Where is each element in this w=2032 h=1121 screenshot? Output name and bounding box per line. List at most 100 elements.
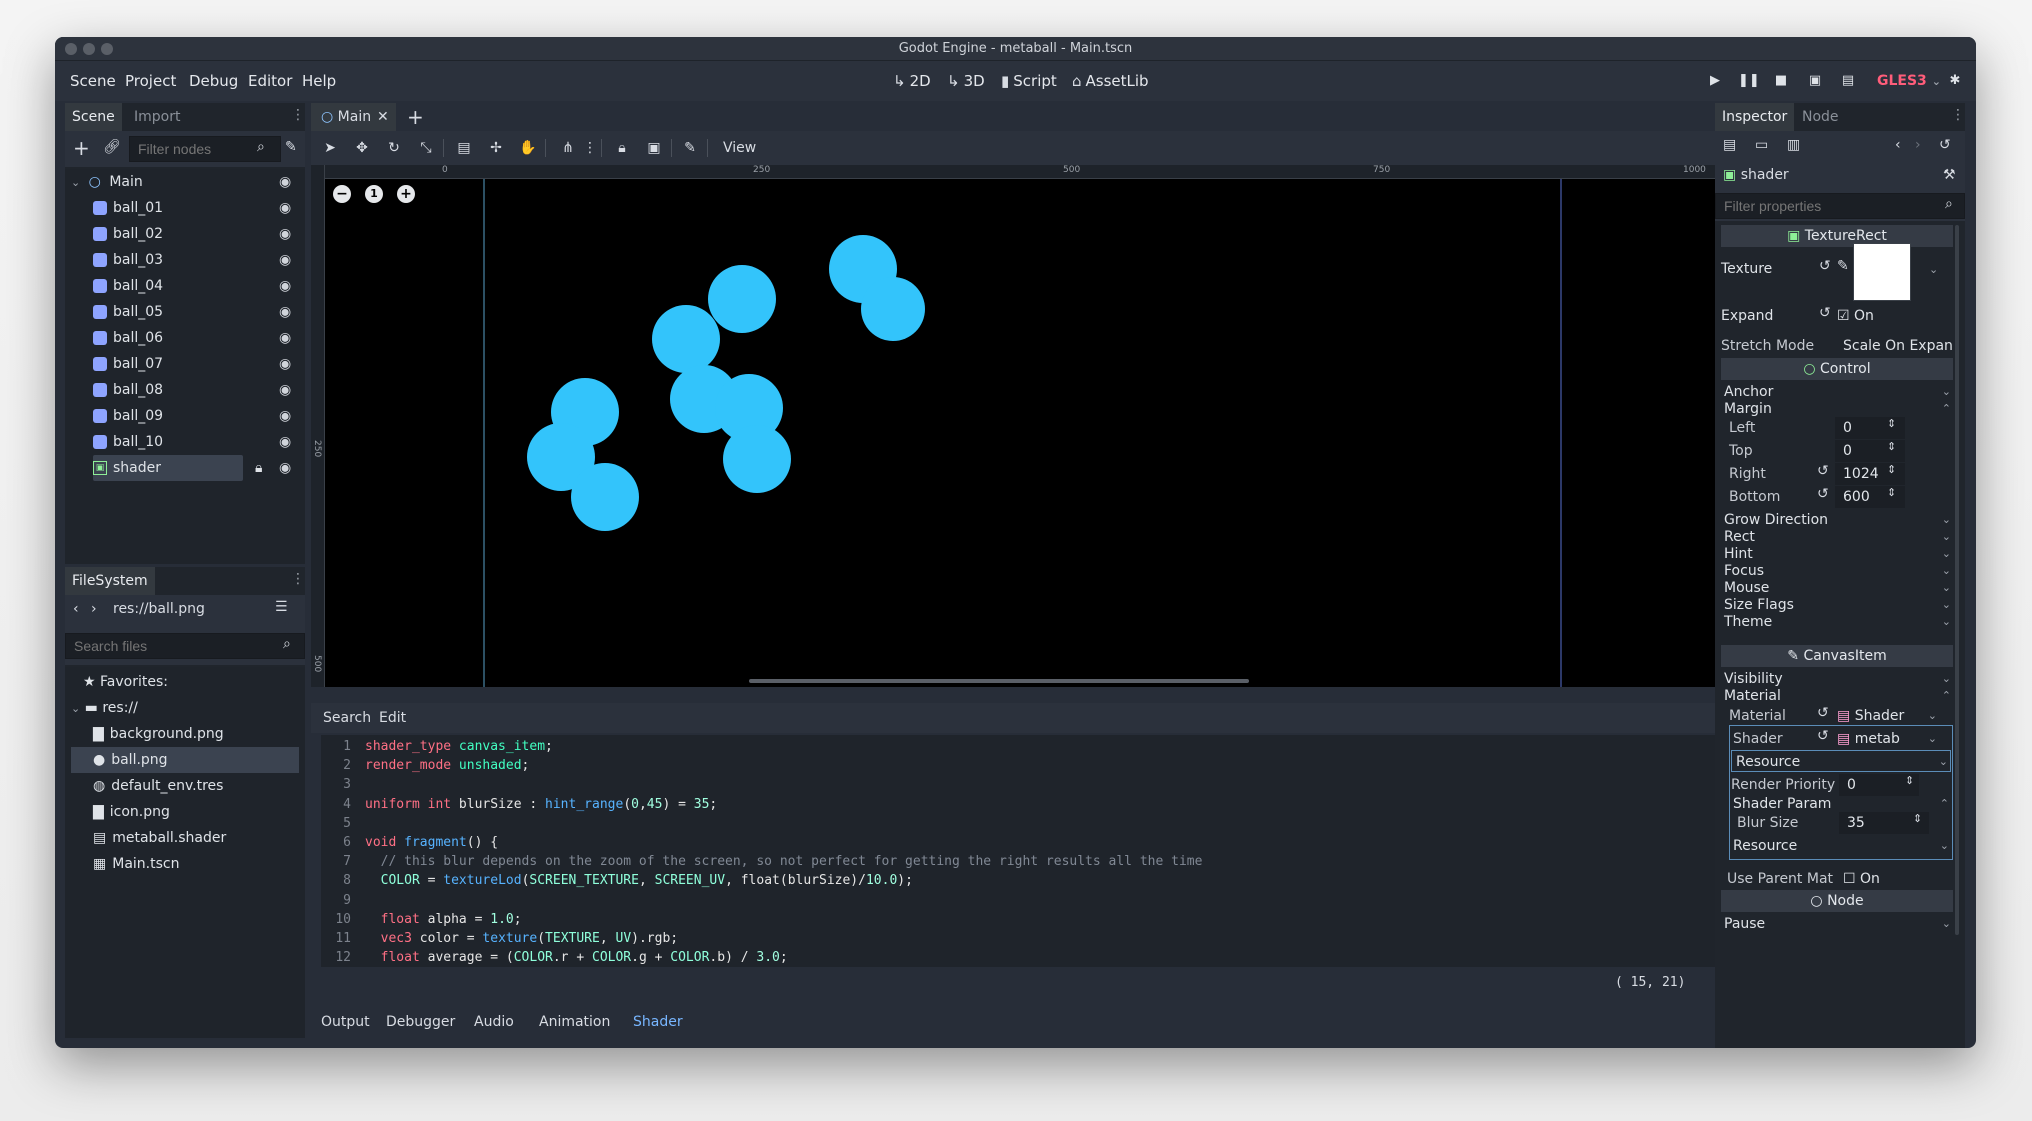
visibility-eye-icon[interactable]: ◉: [279, 351, 291, 377]
play-icon[interactable]: ▶: [1705, 71, 1725, 91]
pause-icon[interactable]: ❚❚: [1738, 71, 1760, 91]
visibility-eye-icon[interactable]: ◉: [279, 455, 291, 481]
visibility-eye-icon[interactable]: ◉: [279, 299, 291, 325]
tab-animation[interactable]: Animation: [539, 1007, 610, 1037]
close-tab-icon[interactable]: ✕: [377, 103, 389, 131]
tree-row-ball_08[interactable]: ball_08 ◉: [71, 377, 299, 403]
add-node-icon[interactable]: +: [73, 137, 90, 159]
zoom-reset-icon[interactable]: 1: [365, 185, 383, 203]
tab-audio[interactable]: Audio: [474, 1007, 514, 1037]
res-root-row[interactable]: ⌄ ▬ res://: [71, 695, 138, 721]
script-attach-icon[interactable]: ✎: [285, 139, 297, 155]
revert-icon[interactable]: ↺: [1819, 305, 1831, 321]
zoom-out-icon[interactable]: −: [333, 185, 351, 203]
material-resource-picker[interactable]: ▤ Shader ⌄: [1837, 705, 1937, 727]
canvas-viewport[interactable]: − 1 +: [325, 179, 1772, 687]
menu-edit[interactable]: Edit: [379, 703, 406, 733]
tab-inspector[interactable]: Inspector: [1715, 103, 1795, 131]
group-icon[interactable]: ▣: [641, 137, 667, 159]
revert-icon[interactable]: ↺: [1817, 705, 1829, 721]
tab-output[interactable]: Output: [321, 1007, 370, 1037]
visibility-eye-icon[interactable]: ◉: [279, 195, 291, 221]
dock-menu-icon[interactable]: ⋮: [1951, 107, 1965, 123]
group-material[interactable]: Material ⌃: [1724, 685, 1953, 707]
view-menu[interactable]: View: [723, 131, 756, 165]
workspace-script-button[interactable]: ▮ Script: [1001, 61, 1057, 101]
visibility-eye-icon[interactable]: ◉: [279, 429, 291, 455]
group-pause[interactable]: Pause ⌄: [1724, 913, 1953, 935]
shader-resource-picker[interactable]: ▤ metab ⌄: [1837, 728, 1937, 750]
object-tools-icon[interactable]: ⚒: [1943, 167, 1956, 183]
tree-row-ball_03[interactable]: ball_03 ◉: [71, 247, 299, 273]
tab-node[interactable]: Node: [1795, 103, 1846, 131]
snap-options-icon[interactable]: ⋮: [577, 137, 603, 159]
rotate-tool-icon[interactable]: ↻: [381, 137, 407, 159]
revert-icon[interactable]: ↺: [1819, 258, 1831, 274]
spinner-arrows-icon[interactable]: ⇕: [1887, 463, 1896, 476]
file-row[interactable]: ▤ metaball.shader: [71, 825, 299, 851]
tree-row-ball_02[interactable]: ball_02 ◉: [71, 221, 299, 247]
tab-filesystem[interactable]: FileSystem: [65, 567, 155, 595]
file-row[interactable]: ▇ icon.png: [71, 799, 299, 825]
stretch-mode-dropdown[interactable]: Scale On Expan: [1843, 335, 1953, 357]
group-theme[interactable]: Theme ⌄: [1724, 611, 1953, 633]
texture-edit-icon[interactable]: ✎: [1837, 258, 1849, 274]
play-custom-scene-icon[interactable]: ▤: [1838, 71, 1858, 91]
tree-row-ball_05[interactable]: ball_05 ◉: [71, 299, 299, 325]
visibility-eye-icon[interactable]: ◉: [279, 169, 291, 195]
pan-tool-icon[interactable]: ✋: [515, 137, 541, 159]
scale-tool-icon[interactable]: ⤡: [413, 137, 439, 159]
add-scene-tab-icon[interactable]: +: [407, 103, 424, 131]
renderer-dropdown[interactable]: GLES3 ⌄: [1877, 61, 1941, 101]
visibility-eye-icon[interactable]: ◉: [279, 221, 291, 247]
lock-icon[interactable]: 🔒︎: [609, 137, 635, 159]
visibility-eye-icon[interactable]: ◉: [279, 403, 291, 429]
lock-icon[interactable]: 🔒︎: [255, 455, 262, 481]
menu-editor[interactable]: Editor: [248, 61, 292, 101]
visibility-eye-icon[interactable]: ◉: [279, 247, 291, 273]
zoom-in-icon[interactable]: +: [397, 185, 415, 203]
path-field[interactable]: res://ball.png: [113, 601, 205, 617]
move-tool-icon[interactable]: ✥: [349, 137, 375, 159]
revert-icon[interactable]: ↺: [1817, 486, 1829, 502]
tab-debugger[interactable]: Debugger: [386, 1007, 455, 1037]
menu-search[interactable]: Search: [323, 703, 371, 733]
favorites-row[interactable]: ★ Favorites:: [83, 669, 168, 695]
revert-icon[interactable]: ↺: [1817, 728, 1829, 744]
stop-icon[interactable]: ■: [1771, 71, 1791, 91]
revert-icon[interactable]: ↺: [1817, 463, 1829, 479]
visibility-eye-icon[interactable]: ◉: [279, 273, 291, 299]
tree-row-ball_09[interactable]: ball_09 ◉: [71, 403, 299, 429]
file-row[interactable]: ● ball.png: [71, 747, 299, 773]
save-icon[interactable]: ▥: [1787, 137, 1800, 153]
history-icon[interactable]: ↺: [1939, 137, 1951, 153]
visibility-eye-icon[interactable]: ◉: [279, 377, 291, 403]
search-files-input[interactable]: [65, 633, 305, 659]
tab-shader[interactable]: Shader: [633, 1007, 683, 1037]
tree-row-main[interactable]: ⌄ ○ Main ◉: [71, 169, 299, 195]
new-resource-icon[interactable]: ▤: [1723, 137, 1736, 153]
history-forward-icon[interactable]: ›: [1915, 137, 1921, 153]
texture-preview[interactable]: [1853, 243, 1911, 301]
dock-menu-icon[interactable]: ⋮: [291, 107, 305, 123]
menu-project[interactable]: Project: [125, 61, 176, 101]
file-row[interactable]: ▦ Main.tscn: [71, 851, 299, 877]
spinner-arrows-icon[interactable]: ⇕: [1887, 417, 1896, 430]
workspace-3d-button[interactable]: ↳ 3D: [947, 61, 985, 101]
history-back-icon[interactable]: ‹: [1895, 137, 1901, 153]
link-icon[interactable]: 🔗︎: [103, 139, 121, 155]
menu-scene[interactable]: Scene: [70, 61, 116, 101]
inspector-scrollbar[interactable]: [1955, 225, 1959, 935]
file-row[interactable]: ▇ background.png: [71, 721, 299, 747]
code-editor[interactable]: 1 shader_type canvas_item; 2 render_mode un…: [321, 735, 1749, 967]
chevron-down-icon[interactable]: ⌄: [1929, 263, 1938, 276]
dock-menu-icon[interactable]: ⋮: [291, 571, 305, 587]
menu-help[interactable]: Help: [302, 61, 336, 101]
tree-row-ball_07[interactable]: ball_07 ◉: [71, 351, 299, 377]
workspace-2d-button[interactable]: ↳ 2D: [893, 61, 931, 101]
play-scene-icon[interactable]: ▣: [1805, 71, 1825, 91]
pivot-tool-icon[interactable]: ✢: [483, 137, 509, 159]
open-folder-icon[interactable]: ▭: [1755, 137, 1768, 153]
bone-tool-icon[interactable]: ✎: [677, 137, 703, 159]
visibility-eye-icon[interactable]: ◉: [279, 325, 291, 351]
